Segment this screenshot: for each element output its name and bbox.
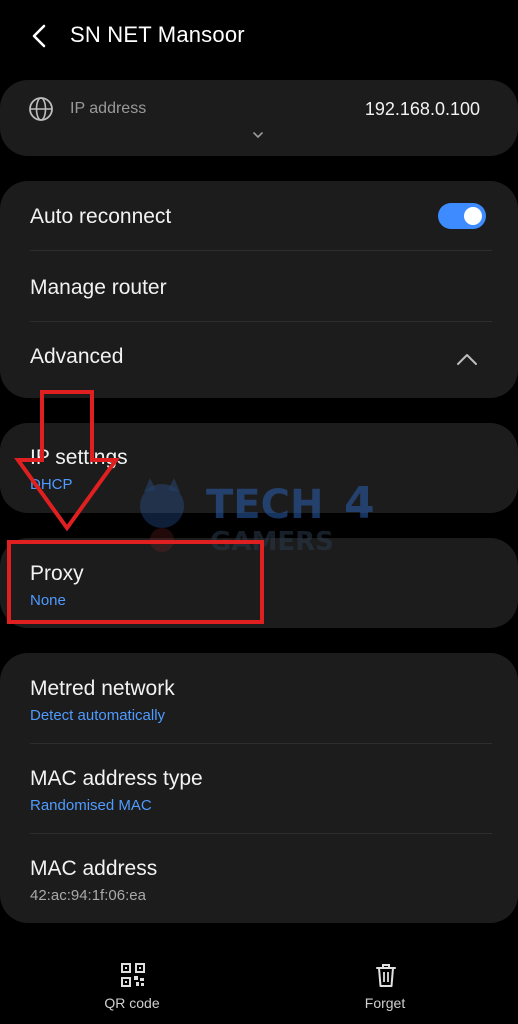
page-title: SN NET Mansoor	[70, 22, 245, 47]
auto-reconnect-toggle[interactable]	[438, 203, 486, 229]
divider	[30, 833, 492, 834]
forget-button[interactable]: Forget	[315, 950, 455, 1024]
app-header: SN NET Mansoor	[0, 0, 518, 74]
toggle-knob	[464, 207, 482, 225]
divider	[30, 250, 492, 251]
divider	[30, 743, 492, 744]
ip-address-value: 192.168.0.100	[364, 99, 480, 119]
chevron-left-icon[interactable]	[26, 22, 54, 50]
mac-address-type-value: Randomised MAC	[30, 797, 152, 814]
manage-router-item[interactable]: Manage router	[30, 276, 167, 300]
bottom-action-bar: QR code Forget	[0, 950, 518, 1024]
chevron-down-icon[interactable]	[251, 128, 265, 142]
trash-icon	[376, 964, 396, 987]
metred-network-value: Detect automatically	[30, 707, 166, 724]
mac-address-label: MAC address	[30, 857, 158, 880]
mac-address-value: 42:ac:94:1f:06:ea	[30, 887, 146, 904]
globe-icon	[29, 97, 53, 121]
mac-address-type-label[interactable]: MAC address type	[30, 767, 203, 791]
forget-label: Forget	[364, 995, 406, 1011]
metred-network-label[interactable]: Metred network	[30, 677, 175, 701]
qr-code-label: QR code	[104, 995, 160, 1011]
qr-code-button[interactable]: QR code	[62, 950, 202, 1024]
qr-code-icon	[121, 963, 145, 987]
down-arrow-annotation	[14, 390, 120, 532]
auto-reconnect-label[interactable]: Auto reconnect	[30, 205, 171, 229]
divider	[30, 321, 492, 322]
proxy-highlight-box	[7, 540, 264, 624]
watermark-digit: 4	[344, 478, 375, 529]
chevron-up-icon[interactable]	[456, 348, 478, 370]
ip-address-label: IP address	[70, 100, 147, 117]
advanced-item[interactable]: Advanced	[30, 345, 123, 369]
watermark-tech: TECH	[206, 482, 323, 528]
